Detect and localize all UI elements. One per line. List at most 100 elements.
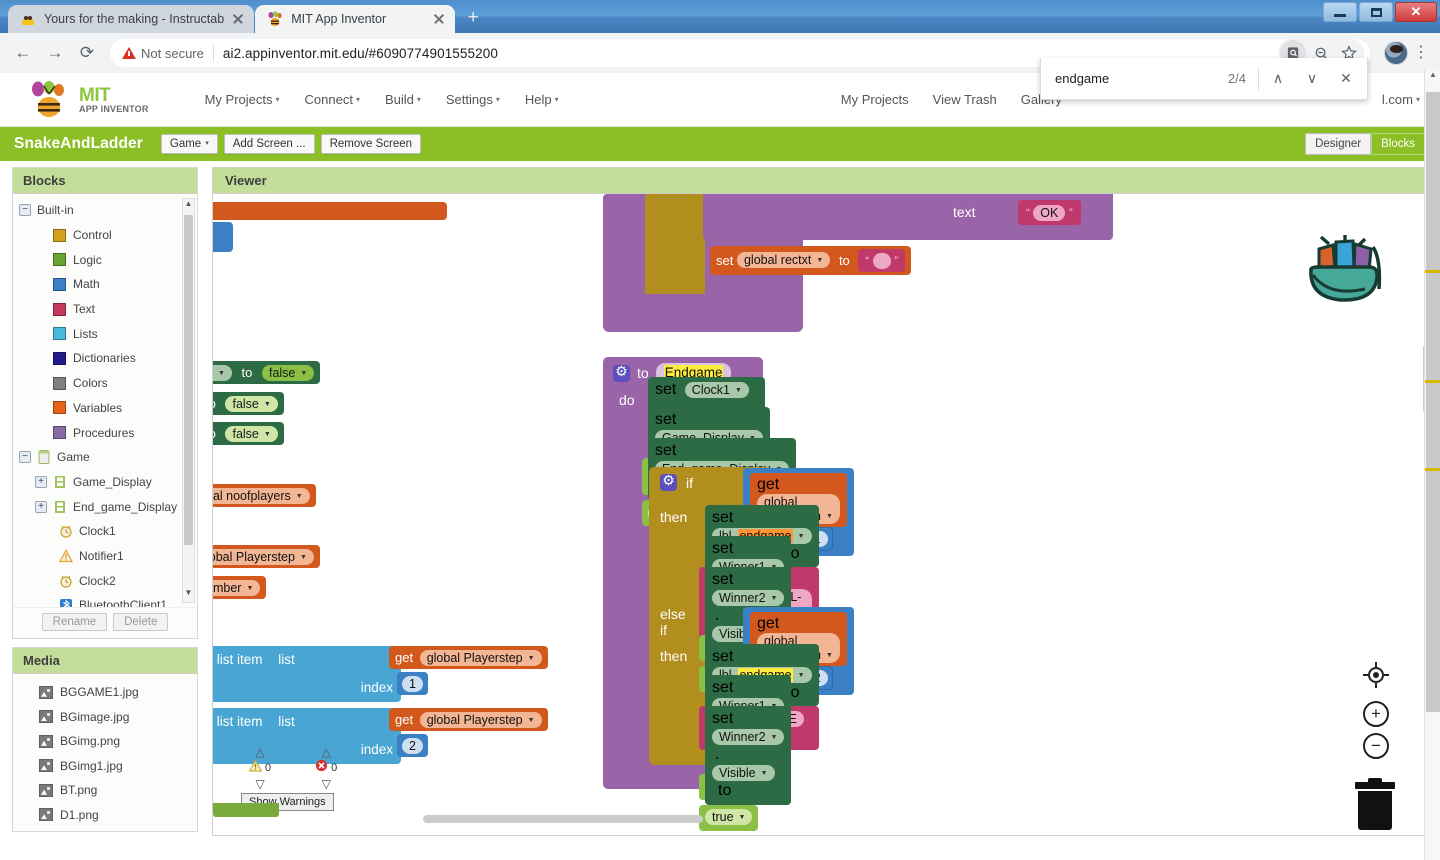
center-blocks-button[interactable] <box>1363 662 1389 688</box>
tree-item-bluetoothclient1[interactable]: BluetoothClient1 <box>13 593 197 607</box>
block-set-winner2-visible-2[interactable]: set Winner2 ▼ . Visible ▼ to true ▼ <box>699 706 792 831</box>
block-fragment-setter-1[interactable]: e▼ to false▼ <box>213 361 321 384</box>
component-dropdown[interactable]: Winner2 ▼ <box>712 729 785 745</box>
tree-item-dictionaries[interactable]: Dictionaries <box>13 346 197 371</box>
logic-value[interactable]: false ▼ <box>225 425 278 442</box>
block-fragment-playerstep[interactable]: lobal Playerstep ▼ <box>213 545 320 568</box>
component-dropdown[interactable]: Clock1 ▼ <box>684 382 749 398</box>
new-tab-button[interactable]: + <box>459 4 487 32</box>
security-indicator[interactable]: Not secure <box>122 46 204 61</box>
menu-connect[interactable]: Connect ▾ <box>295 86 370 113</box>
reload-button[interactable]: ⟳ <box>72 38 102 68</box>
block-fragment-proc-bottom[interactable] <box>603 294 803 332</box>
tree-item-builtin[interactable]: − Built-in <box>13 198 197 223</box>
tree-item-game[interactable]: − Game <box>13 445 197 470</box>
component-dropdown[interactable]: Winner2 ▼ <box>712 590 785 606</box>
scroll-up-icon[interactable]: ▲ <box>183 199 194 213</box>
variable-dropdown[interactable]: bal noofplayers ▼ <box>213 487 310 504</box>
block-fragment-number[interactable]: umber ▼ <box>213 576 267 599</box>
tree-item-end-game-display[interactable]: + End_game_Display <box>13 494 197 519</box>
block-fragment-setter-2[interactable]: to false ▼ <box>213 392 284 415</box>
logic-value[interactable]: false ▼ <box>261 364 315 381</box>
scrollbar-thumb[interactable] <box>184 215 193 545</box>
link-view-trash[interactable]: View Trash <box>923 86 1007 113</box>
variable-dropdown[interactable]: global Playerstep ▼ <box>419 649 542 666</box>
tree-item-lists[interactable]: Lists <box>13 321 197 346</box>
account-menu[interactable]: l.com ▾ <box>1372 86 1430 113</box>
app-logo[interactable]: MIT APP INVENTOR <box>28 80 149 119</box>
blocks-tab[interactable]: Blocks <box>1371 133 1425 155</box>
tree-item-procedures[interactable]: Procedures <box>13 420 197 445</box>
maximize-button[interactable] <box>1359 2 1393 22</box>
tree-scrollbar[interactable]: ▲ ▼ <box>182 198 195 603</box>
text-block-ok[interactable]: “ OK ” <box>1018 200 1081 225</box>
text-value[interactable] <box>872 252 891 269</box>
tree-item-control[interactable]: Control <box>13 223 197 248</box>
media-item[interactable]: BGimg1.jpg <box>13 754 197 779</box>
block-number-index-2[interactable]: 2 <box>397 734 428 757</box>
close-icon[interactable] <box>431 11 447 27</box>
scrollbar-thumb[interactable] <box>423 815 703 823</box>
minimize-button[interactable] <box>1323 2 1357 22</box>
tree-item-clock2[interactable]: Clock2 <box>13 568 197 593</box>
error-counter[interactable]: △ 0 ▽ <box>315 746 337 790</box>
delete-button[interactable]: Delete <box>113 613 169 631</box>
find-prev-button[interactable]: ∧ <box>1261 62 1295 96</box>
variable-dropdown[interactable]: lobal Playerstep ▼ <box>213 548 314 565</box>
zoom-out-button[interactable]: − <box>1363 733 1389 759</box>
variable-dropdown[interactable]: umber ▼ <box>213 579 261 596</box>
tree-item-colors[interactable]: Colors <box>13 371 197 396</box>
block-number-index-1[interactable]: 1 <box>397 672 428 695</box>
browser-tab-2[interactable]: MIT App Inventor <box>255 5 456 33</box>
blocks-canvas[interactable]: text “ OK ” set global rectxt ▼ to “ ” ▼… <box>212 193 1440 836</box>
tree-item-logic[interactable]: Logic <box>13 247 197 272</box>
tree-item-clock1[interactable]: Clock1 <box>13 519 197 544</box>
find-close-button[interactable]: ✕ <box>1329 62 1363 96</box>
mutator-gear-icon[interactable] <box>613 363 630 382</box>
property-dropdown[interactable]: Visible ▼ <box>712 765 775 782</box>
backpack-icon[interactable] <box>1299 227 1391 310</box>
rename-button[interactable]: Rename <box>41 613 108 631</box>
chevron-down-icon[interactable]: ▽ <box>255 778 264 790</box>
warning-counter[interactable]: △ 0 ▽ <box>248 746 271 790</box>
block-fragment-math-top[interactable] <box>213 222 233 252</box>
find-input[interactable]: endgame <box>1055 71 1228 86</box>
remove-screen-button[interactable]: Remove Screen <box>320 134 422 154</box>
designer-tab[interactable]: Designer <box>1305 133 1372 155</box>
expand-icon[interactable]: + <box>35 475 47 488</box>
property-dropdown[interactable]: e▼ <box>213 364 232 381</box>
chrome-menu-icon[interactable]: ⋮ <box>1410 45 1432 61</box>
close-window-button[interactable]: ✕ <box>1395 2 1437 22</box>
chevron-up-icon[interactable]: △ <box>255 746 264 758</box>
close-icon[interactable] <box>230 11 246 27</box>
block-fragment-green-bottom[interactable] <box>213 803 279 817</box>
tree-item-text[interactable]: Text <box>13 297 197 322</box>
text-value[interactable]: OK <box>1033 204 1066 221</box>
media-item[interactable]: D1.png <box>13 803 197 828</box>
block-fragment-setter-3[interactable]: to false ▼ <box>213 422 284 445</box>
media-item[interactable]: BT.png <box>13 778 197 803</box>
mutator-gear-icon[interactable] <box>660 472 677 491</box>
link-my-projects[interactable]: My Projects <box>831 86 919 113</box>
screen-selector-button[interactable]: Game ▾ <box>160 134 218 154</box>
browser-tab-1[interactable]: Yours for the making - Instructab <box>8 5 255 33</box>
forward-button[interactable]: → <box>40 38 70 68</box>
chevron-down-icon[interactable]: ▽ <box>322 778 331 790</box>
back-button[interactable]: ← <box>8 38 38 68</box>
number-value[interactable]: 2 <box>402 737 423 754</box>
scroll-up-icon[interactable]: ▲ <box>1425 70 1440 86</box>
tree-item-variables[interactable]: Variables <box>13 396 197 421</box>
media-item[interactable]: BGimg.png <box>13 729 197 754</box>
avatar[interactable] <box>1384 41 1408 65</box>
expand-icon[interactable]: + <box>35 500 47 513</box>
menu-build[interactable]: Build ▾ <box>375 86 431 113</box>
add-screen-button[interactable]: Add Screen ... <box>223 134 315 154</box>
scrollbar-thumb[interactable] <box>1426 92 1440 712</box>
find-next-button[interactable]: ∨ <box>1295 62 1329 96</box>
chevron-up-icon[interactable]: △ <box>322 746 331 758</box>
number-value[interactable]: 1 <box>402 675 423 692</box>
block-select-list-item-1[interactable]: ect list item list index get global Play… <box>213 646 548 702</box>
menu-settings[interactable]: Settings ▾ <box>436 86 510 113</box>
canvas-horizontal-scrollbar[interactable] <box>213 815 1401 823</box>
block-get-playerstep-1[interactable]: get global Playerstep ▼ <box>389 646 548 669</box>
